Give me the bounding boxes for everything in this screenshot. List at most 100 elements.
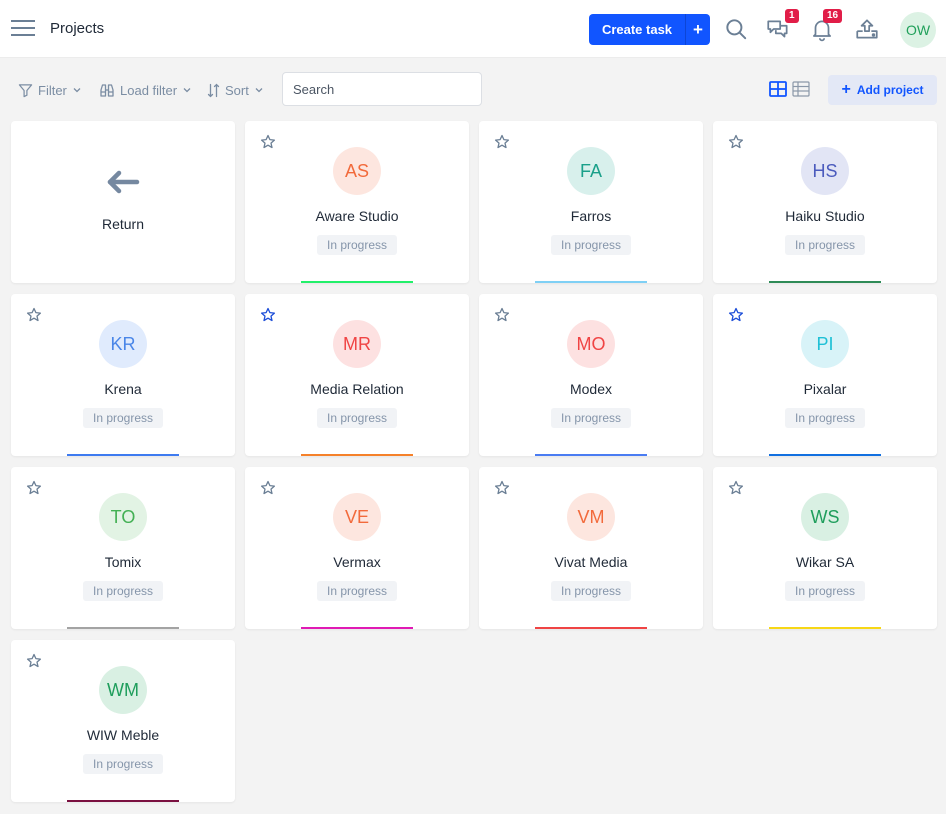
star-icon[interactable] bbox=[728, 134, 744, 150]
create-task-button[interactable]: Create task + bbox=[589, 14, 710, 45]
status-badge: In progress bbox=[316, 408, 398, 428]
status-badge: In progress bbox=[550, 408, 632, 428]
status-badge: In progress bbox=[82, 408, 164, 428]
chevron-down-icon bbox=[255, 88, 263, 93]
project-color-bar bbox=[769, 281, 881, 283]
project-name: WIW Meble bbox=[86, 727, 160, 743]
project-card[interactable]: KR Krena In progress bbox=[11, 294, 235, 456]
project-card[interactable]: MO Modex In progress bbox=[479, 294, 703, 456]
page-title: Projects bbox=[50, 20, 105, 37]
menu-icon[interactable] bbox=[11, 19, 35, 37]
load-filter-label: Load filter bbox=[120, 82, 178, 98]
project-color-bar bbox=[301, 627, 413, 629]
project-avatar: KR bbox=[99, 320, 147, 368]
user-avatar[interactable]: OW bbox=[900, 12, 936, 48]
project-card[interactable]: TO Tomix In progress bbox=[11, 467, 235, 629]
create-task-plus-button[interactable]: + bbox=[686, 14, 710, 45]
project-avatar: TO bbox=[99, 493, 147, 541]
status-badge: In progress bbox=[550, 581, 632, 601]
star-icon[interactable] bbox=[494, 480, 510, 496]
project-color-bar bbox=[769, 454, 881, 456]
project-avatar: FA bbox=[567, 147, 615, 195]
star-filled-icon[interactable] bbox=[260, 307, 276, 323]
project-color-bar bbox=[67, 627, 179, 629]
project-color-bar bbox=[535, 454, 647, 456]
star-filled-icon[interactable] bbox=[728, 307, 744, 323]
project-card[interactable]: HS Haiku Studio In progress bbox=[713, 121, 937, 283]
project-name: Tomix bbox=[104, 554, 142, 570]
status-badge: In progress bbox=[550, 235, 632, 255]
create-task-label[interactable]: Create task bbox=[589, 14, 686, 45]
project-card[interactable]: PI Pixalar In progress bbox=[713, 294, 937, 456]
star-icon[interactable] bbox=[728, 480, 744, 496]
status-badge: In progress bbox=[82, 581, 164, 601]
projects-grid: Return AS Aware Studio In progress FA Fa… bbox=[11, 121, 937, 802]
messages-icon[interactable]: 1 bbox=[765, 9, 799, 42]
status-badge: In progress bbox=[784, 408, 866, 428]
project-color-bar bbox=[301, 454, 413, 456]
star-icon[interactable] bbox=[26, 480, 42, 496]
notifications-icon[interactable]: 16 bbox=[809, 9, 843, 42]
notifications-badge: 16 bbox=[823, 9, 843, 23]
project-avatar: AS bbox=[333, 147, 381, 195]
add-project-label: Add project bbox=[856, 83, 924, 97]
return-label: Return bbox=[101, 216, 145, 232]
project-name: Modex bbox=[569, 381, 613, 397]
chevron-down-icon bbox=[73, 88, 81, 93]
sort-dropdown[interactable]: Sort bbox=[207, 81, 264, 99]
project-avatar: VM bbox=[567, 493, 615, 541]
project-name: Krena bbox=[104, 381, 142, 397]
project-card[interactable]: VM Vivat Media In progress bbox=[479, 467, 703, 629]
arrow-left-icon bbox=[107, 170, 140, 194]
project-avatar: MR bbox=[333, 320, 381, 368]
star-icon[interactable] bbox=[260, 480, 276, 496]
grid-view-icon[interactable] bbox=[769, 81, 787, 97]
project-card[interactable]: WS Wikar SA In progress bbox=[713, 467, 937, 629]
project-name: Vivat Media bbox=[554, 554, 628, 570]
star-icon[interactable] bbox=[260, 134, 276, 150]
project-avatar: VE bbox=[333, 493, 381, 541]
plus-icon: + bbox=[841, 81, 851, 98]
star-icon[interactable] bbox=[494, 134, 510, 150]
status-badge: In progress bbox=[784, 235, 866, 255]
project-name: Media Relation bbox=[310, 381, 404, 397]
upload-icon[interactable] bbox=[854, 16, 880, 42]
load-filter-dropdown[interactable]: Load filter bbox=[99, 81, 192, 99]
chevron-down-icon bbox=[183, 88, 191, 93]
project-name: Haiku Studio bbox=[785, 208, 865, 224]
search-input[interactable] bbox=[282, 72, 482, 106]
add-project-button[interactable]: + Add project bbox=[828, 75, 937, 105]
project-avatar: HS bbox=[801, 147, 849, 195]
search-icon[interactable] bbox=[723, 16, 749, 42]
status-badge: In progress bbox=[316, 235, 398, 255]
list-view-icon[interactable] bbox=[792, 81, 810, 97]
project-name: Wikar SA bbox=[795, 554, 855, 570]
project-card[interactable]: AS Aware Studio In progress bbox=[245, 121, 469, 283]
status-badge: In progress bbox=[82, 754, 164, 774]
project-color-bar bbox=[67, 454, 179, 456]
project-color-bar bbox=[67, 800, 179, 802]
star-icon[interactable] bbox=[26, 307, 42, 323]
project-card[interactable]: MR Media Relation In progress bbox=[245, 294, 469, 456]
filter-label: Filter bbox=[38, 82, 67, 98]
project-avatar: PI bbox=[801, 320, 849, 368]
project-avatar: WS bbox=[801, 493, 849, 541]
project-card[interactable]: WM WIW Meble In progress bbox=[11, 640, 235, 802]
project-color-bar bbox=[535, 627, 647, 629]
project-card[interactable]: VE Vermax In progress bbox=[245, 467, 469, 629]
star-icon[interactable] bbox=[26, 653, 42, 669]
filter-dropdown[interactable]: Filter bbox=[18, 81, 82, 99]
project-name: Pixalar bbox=[803, 381, 847, 397]
project-name: Farros bbox=[570, 208, 612, 224]
project-color-bar bbox=[301, 281, 413, 283]
return-card[interactable]: Return bbox=[11, 121, 235, 283]
star-icon[interactable] bbox=[494, 307, 510, 323]
project-name: Aware Studio bbox=[315, 208, 399, 224]
project-avatar: MO bbox=[567, 320, 615, 368]
project-card[interactable]: FA Farros In progress bbox=[479, 121, 703, 283]
status-badge: In progress bbox=[784, 581, 866, 601]
project-avatar: WM bbox=[99, 666, 147, 714]
project-color-bar bbox=[535, 281, 647, 283]
binoculars-icon bbox=[100, 83, 114, 97]
sort-label: Sort bbox=[225, 82, 249, 98]
